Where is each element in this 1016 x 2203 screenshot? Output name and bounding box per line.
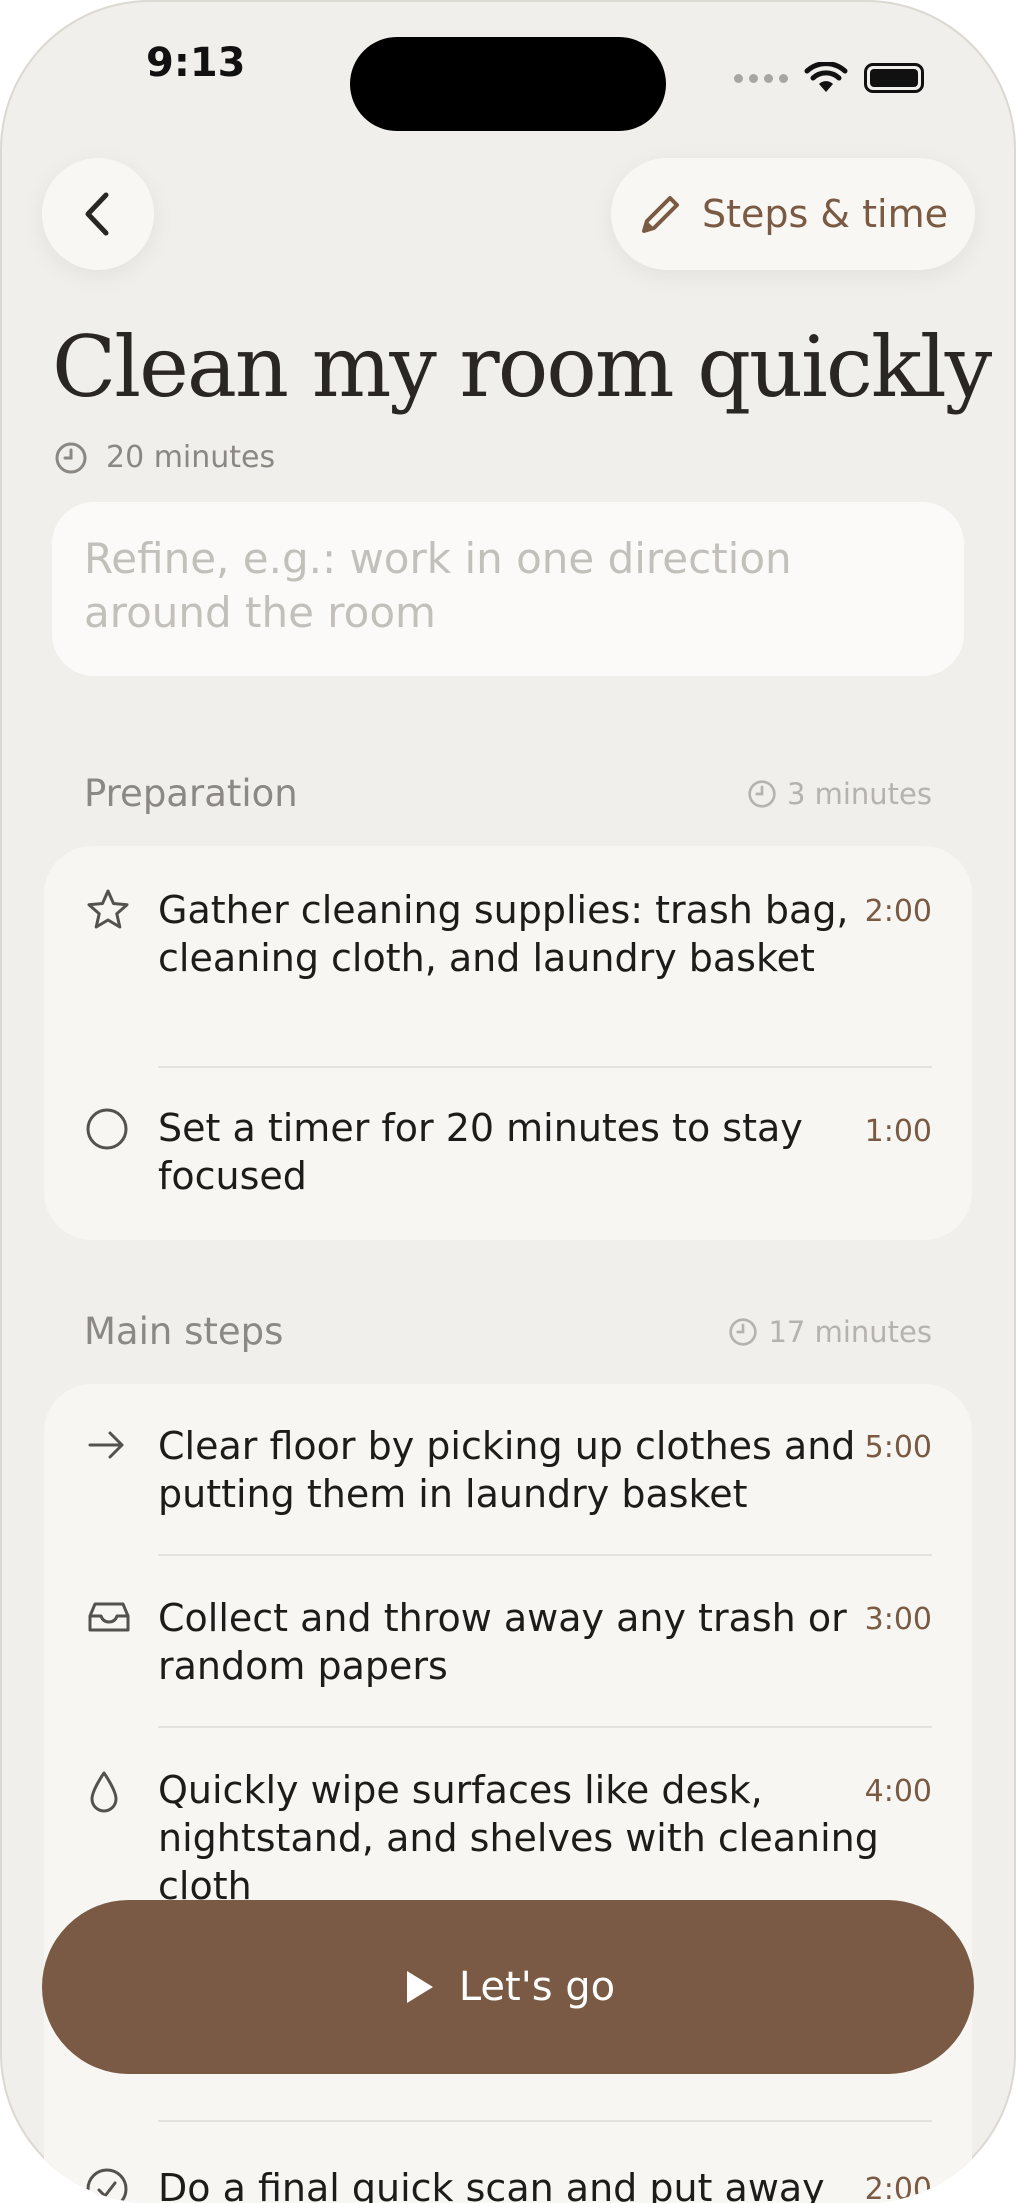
section-duration-text: 3 minutes — [786, 776, 932, 811]
step-text: Quickly wipe surfaces like desk, nightst… — [158, 1768, 879, 1908]
step-text: Collect and throw away any trash or rand… — [158, 1596, 847, 1688]
circle-icon — [86, 1108, 128, 1150]
section-title: Main steps — [84, 1310, 284, 1353]
dynamic-island — [350, 37, 666, 131]
cellular-icon — [734, 73, 788, 83]
step-time: 3:00 — [864, 1602, 932, 1637]
step-item[interactable]: Set a timer for 20 minutes to stay focus… — [44, 1068, 972, 1240]
refine-field[interactable] — [52, 502, 964, 676]
step-time: 2:00 — [864, 894, 932, 929]
page-title: Clean my room quickly — [52, 318, 992, 416]
back-button[interactable] — [42, 158, 154, 270]
steps-time-button[interactable]: Steps & time — [611, 158, 975, 270]
step-item[interactable]: Collect and throw away any trash or rand… — [44, 1556, 972, 1728]
battery-icon — [864, 63, 924, 93]
preparation-card: Gather cleaning supplies: trash bag, cle… — [44, 846, 972, 1240]
task-duration-text: 20 minutes — [106, 440, 276, 475]
section-title: Preparation — [84, 772, 298, 815]
step-text: Do a final quick scan and put away — [158, 2166, 825, 2203]
step-time: 5:00 — [864, 1430, 932, 1465]
step-time: 4:00 — [864, 1774, 932, 1809]
step-time: 1:00 — [864, 1114, 932, 1149]
step-item[interactable]: Clear floor by picking up clothes and pu… — [44, 1384, 972, 1556]
section-duration: 3 minutes — [747, 777, 932, 811]
section-header-preparation: Preparation 3 minutes — [84, 772, 932, 815]
lets-go-button[interactable]: Let's go — [42, 1900, 974, 2074]
play-icon — [406, 1971, 433, 2003]
arrow-right-icon — [88, 1431, 124, 1459]
step-item[interactable]: Gather cleaning supplies: trash bag, cle… — [44, 846, 972, 1068]
section-duration: 17 minutes — [728, 1315, 932, 1349]
drop-icon — [90, 1771, 118, 1813]
star-icon — [87, 889, 129, 929]
pencil-icon — [642, 196, 680, 233]
steps-time-label: Steps & time — [702, 192, 948, 236]
clock-icon — [55, 442, 87, 473]
step-text: Gather cleaning supplies: trash bag, cle… — [158, 888, 849, 980]
check-circle-icon — [86, 2168, 128, 2203]
main-steps-card: Clear floor by picking up clothes and pu… — [44, 1384, 972, 2203]
status-time: 9:13 — [146, 40, 246, 86]
section-header-main-steps: Main steps 17 minutes — [84, 1310, 932, 1353]
app-screen: 9:13 Steps & time Clean my room quickly … — [0, 0, 1016, 2203]
step-time: 2:00 — [864, 2172, 932, 2203]
task-duration: 20 minutes — [54, 440, 275, 475]
chevron-left-icon — [85, 192, 109, 236]
lets-go-label: Let's go — [458, 1964, 616, 2010]
clock-icon — [748, 779, 776, 808]
step-item[interactable]: Do a final quick scan and put away 2:00 — [44, 2122, 972, 2203]
step-text: Set a timer for 20 minutes to stay focus… — [158, 1106, 803, 1198]
tray-icon — [88, 1602, 130, 1632]
refine-input[interactable] — [84, 532, 932, 646]
clock-icon — [729, 1317, 758, 1346]
step-text: Clear floor by picking up clothes and pu… — [158, 1424, 856, 1516]
section-duration-text: 17 minutes — [768, 1314, 932, 1349]
wifi-icon — [804, 62, 848, 92]
status-icons — [734, 62, 924, 94]
